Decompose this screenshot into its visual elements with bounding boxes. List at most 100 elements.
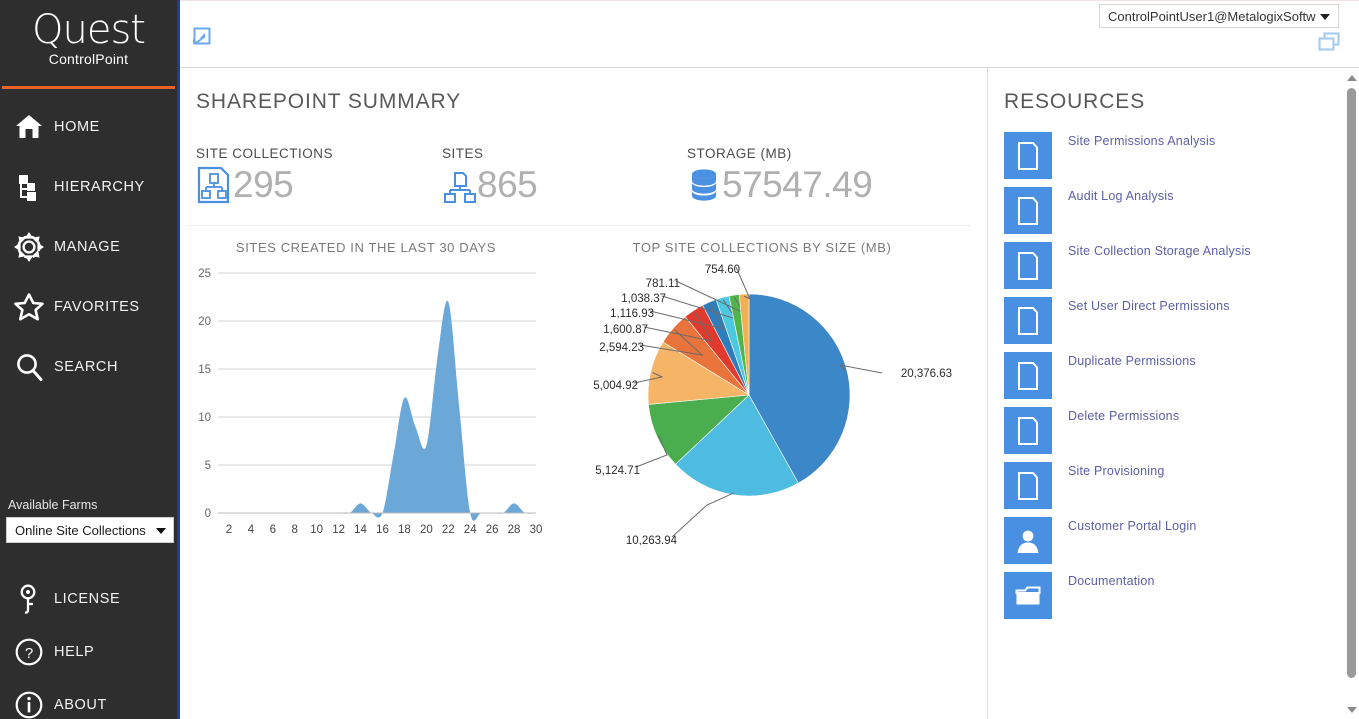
resource-item-duplicate-permissions[interactable]: Duplicate Permissions xyxy=(1004,352,1359,399)
resource-item-label: Site Provisioning xyxy=(1068,464,1165,478)
user-account-value: ControlPointUser1@MetalogixSoftw... xyxy=(1108,9,1316,24)
resources-list: Site Permissions Analysis Audit Log Analy… xyxy=(1004,132,1359,619)
user-account-select[interactable]: ControlPointUser1@MetalogixSoftw... xyxy=(1099,4,1339,28)
scroll-up-arrow[interactable] xyxy=(1343,69,1359,86)
available-farms-section: Available Farms Online Site Collections xyxy=(0,498,180,543)
sidebar-item-favorites[interactable]: FAVORITES xyxy=(0,277,177,337)
x-axis-tick-label: 12 xyxy=(332,524,345,536)
chart-title: TOP SITE COLLECTIONS BY SIZE (MB) xyxy=(552,240,972,255)
sidebar-item-hierarchy[interactable]: HIERARCHY xyxy=(0,157,177,217)
resource-item-label: Documentation xyxy=(1068,574,1155,588)
user-icon xyxy=(1004,517,1052,564)
pie-slice-label: 2,594.23 xyxy=(599,342,644,354)
kpi-label: STORAGE (MB) xyxy=(687,146,872,161)
question-circle-icon: ? xyxy=(10,633,48,671)
x-axis-tick-label: 8 xyxy=(292,524,298,536)
resource-item-delete-permissions[interactable]: Delete Permissions xyxy=(1004,407,1359,454)
resource-item-set-user-direct-permissions[interactable]: Set User Direct Permissions xyxy=(1004,297,1359,344)
hierarchy-icon xyxy=(10,168,48,206)
resource-item-site-permissions-analysis[interactable]: Site Permissions Analysis xyxy=(1004,132,1359,179)
kpi-value: 865 xyxy=(477,163,537,207)
x-axis-tick-label: 2 xyxy=(226,524,232,536)
sidebar-item-label: HIERARCHY xyxy=(54,179,145,195)
pie-slice-label: 10,263.94 xyxy=(626,535,678,545)
database-icon xyxy=(687,164,721,206)
x-axis-tick-label: 16 xyxy=(376,524,389,536)
kpi-value: 57547.49 xyxy=(722,163,872,207)
document-icon xyxy=(1004,297,1052,344)
scrollbar-thumb[interactable] xyxy=(1347,88,1356,678)
chart-title: SITES CREATED IN THE LAST 30 DAYS xyxy=(180,240,552,255)
gear-icon xyxy=(10,228,48,266)
chevron-up-icon xyxy=(1347,75,1357,81)
x-axis-tick-label: 22 xyxy=(442,524,455,536)
sidebar-item-manage[interactable]: MANAGE xyxy=(0,217,177,277)
sidebar-item-help[interactable]: ? HELP xyxy=(0,625,180,678)
resources-panel: RESOURCES Site Permissions Analysis Audit… xyxy=(988,68,1359,719)
scroll-down-arrow[interactable] xyxy=(1343,701,1359,718)
x-axis-tick-label: 30 xyxy=(530,524,543,536)
document-icon xyxy=(1004,187,1052,234)
resource-item-site-provisioning[interactable]: Site Provisioning xyxy=(1004,462,1359,509)
x-axis-tick-label: 10 xyxy=(310,524,323,536)
windows-stack-button[interactable] xyxy=(1317,31,1341,53)
site-collections-icon xyxy=(196,165,232,205)
x-axis-tick-label: 6 xyxy=(270,524,276,536)
dashboard-panel: SHAREPOINT SUMMARY SITE COLLECTIONS xyxy=(180,68,988,719)
resource-item-label: Audit Log Analysis xyxy=(1068,189,1174,203)
x-axis-tick-label: 20 xyxy=(420,524,433,536)
home-icon xyxy=(10,108,48,146)
document-icon xyxy=(1004,132,1052,179)
pie-slice-label: 1,038.37 xyxy=(621,293,666,305)
kpi-label: SITE COLLECTIONS xyxy=(196,146,442,161)
kpi-value: 295 xyxy=(233,163,293,207)
resource-item-site-collection-storage-analysis[interactable]: Site Collection Storage Analysis xyxy=(1004,242,1359,289)
brand-name: Quest xyxy=(32,8,145,52)
page-scrollbar[interactable] xyxy=(1342,68,1359,719)
sidebar-item-search[interactable]: SEARCH xyxy=(0,337,177,397)
resource-item-label: Set User Direct Permissions xyxy=(1068,299,1230,313)
available-farms-select[interactable]: Online Site Collections xyxy=(6,517,174,543)
kpi-storage: STORAGE (MB) 57547.49 xyxy=(687,146,872,207)
x-axis-tick-label: 14 xyxy=(354,524,367,536)
area-chart-svg: 051015202524681012141618202224262830 xyxy=(180,255,546,545)
pie-chart-svg: 20,376.6310,263.945,124.715,004.922,594.… xyxy=(552,255,962,545)
star-icon xyxy=(10,288,48,326)
app-root: Quest ControlPoint HOME xyxy=(0,0,1359,719)
pie-slice-label: 1,116.93 xyxy=(610,308,654,320)
document-icon xyxy=(1004,352,1052,399)
sidebar-item-label: LICENSE xyxy=(54,591,120,607)
top-site-collections-chart: TOP SITE COLLECTIONS BY SIZE (MB) 20,376… xyxy=(552,240,972,550)
popout-icon xyxy=(190,25,212,52)
sidebar-item-label: MANAGE xyxy=(54,239,120,255)
chevron-down-icon xyxy=(1320,14,1330,20)
pie-slice-label: 20,376.63 xyxy=(901,368,952,380)
popout-button[interactable] xyxy=(188,25,214,51)
y-axis-tick-label: 20 xyxy=(198,316,211,328)
resource-item-audit-log-analysis[interactable]: Audit Log Analysis xyxy=(1004,187,1359,234)
pie-slice-label: 1,600.87 xyxy=(603,324,648,336)
info-circle-icon xyxy=(10,686,48,719)
pie-slice-label: 754.60 xyxy=(705,264,740,276)
x-axis-tick-label: 26 xyxy=(486,524,499,536)
svg-text:?: ? xyxy=(25,645,33,662)
resource-item-label: Customer Portal Login xyxy=(1068,519,1197,533)
resource-item-customer-portal-login[interactable]: Customer Portal Login xyxy=(1004,517,1359,564)
brand-divider xyxy=(2,86,175,89)
resource-item-documentation[interactable]: Documentation xyxy=(1004,572,1359,619)
sidebar-item-home[interactable]: HOME xyxy=(0,97,177,157)
sidebar-item-about[interactable]: ABOUT xyxy=(0,678,180,719)
pie-slice-label: 5,004.92 xyxy=(593,380,638,392)
sidebar-item-license[interactable]: LICENSE xyxy=(0,572,180,625)
topbar: ControlPointUser1@MetalogixSoftw... xyxy=(180,0,1359,68)
resource-item-label: Duplicate Permissions xyxy=(1068,354,1196,368)
charts-row: SITES CREATED IN THE LAST 30 DAYS 051015… xyxy=(180,226,987,550)
chevron-down-icon xyxy=(1347,707,1357,713)
y-axis-tick-label: 25 xyxy=(198,268,211,280)
sidebar-nav: HOME HIERARCHY xyxy=(0,97,177,397)
main-region: ControlPointUser1@MetalogixSoftw... SHAR… xyxy=(180,0,1359,719)
document-icon xyxy=(1004,462,1052,509)
y-axis-tick-label: 15 xyxy=(198,364,211,376)
document-icon xyxy=(1004,407,1052,454)
resources-title: RESOURCES xyxy=(1004,68,1359,114)
